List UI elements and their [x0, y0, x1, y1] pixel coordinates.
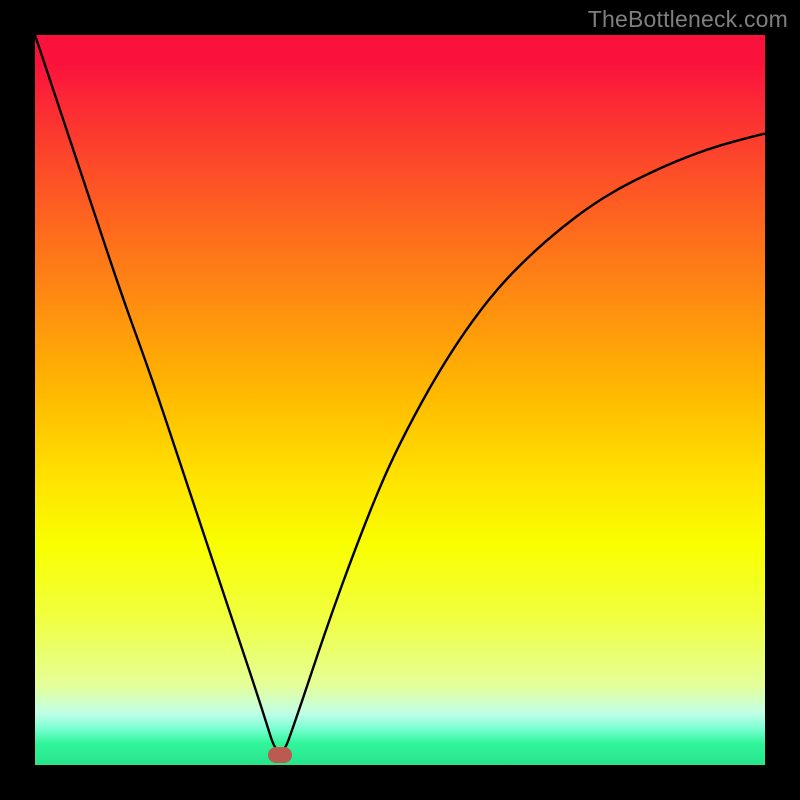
bottleneck-curve	[35, 35, 765, 751]
curve-svg	[35, 35, 765, 765]
watermark-text: TheBottleneck.com	[588, 6, 788, 33]
plot-area	[35, 35, 765, 765]
chart-frame: TheBottleneck.com	[0, 0, 800, 800]
optimum-marker	[268, 747, 292, 763]
